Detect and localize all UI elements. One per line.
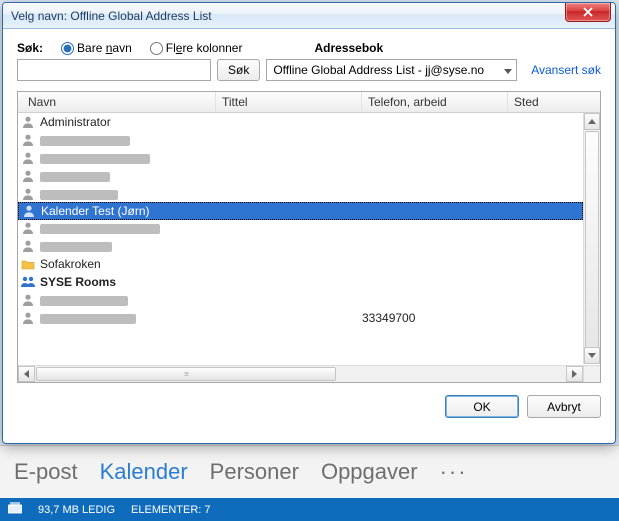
radio-more-columns-input[interactable] [150, 42, 163, 55]
vertical-scroll-thumb[interactable] [585, 131, 599, 363]
row-name: Administrator [38, 115, 216, 129]
nav-people[interactable]: Personer [210, 459, 299, 485]
addressbook-selected: Offline Global Address List - jj@syse.no [273, 63, 484, 77]
horizontal-scroll-thumb[interactable]: ≡ [36, 367, 336, 381]
chevron-down-icon [504, 63, 512, 77]
row-name [38, 311, 216, 325]
row-name [38, 293, 216, 307]
person-icon [19, 204, 39, 218]
scroll-left-button[interactable] [18, 366, 35, 382]
row-name [38, 221, 216, 235]
person-icon [18, 311, 38, 325]
table-row[interactable] [18, 131, 583, 149]
person-icon [18, 133, 38, 147]
search-input[interactable] [17, 59, 211, 81]
table-row[interactable] [18, 219, 583, 237]
person-icon [18, 187, 38, 201]
table-row[interactable] [18, 185, 583, 203]
vertical-scrollbar[interactable] [583, 113, 600, 364]
horizontal-scrollbar[interactable]: ≡ [18, 365, 583, 382]
row-phone: 33349700 [362, 311, 508, 325]
person-icon [18, 169, 38, 183]
ok-button[interactable]: OK [445, 395, 519, 418]
col-place[interactable]: Sted [508, 92, 600, 112]
dialog-title: Velg navn: Offline Global Address List [11, 9, 212, 23]
list-body[interactable]: Administrator Kalender Test (Jørn) Sofakro… [18, 113, 583, 364]
person-icon [18, 151, 38, 165]
dialog-titlebar[interactable]: Velg navn: Offline Global Address List [3, 3, 615, 29]
row-name [38, 239, 216, 253]
table-row[interactable]: Kalender Test (Jørn) [18, 202, 583, 220]
folder-icon [18, 257, 38, 271]
row-name: SYSE Rooms [38, 275, 216, 289]
disk-icon [8, 502, 22, 517]
row-name: Kalender Test (Jørn) [39, 204, 217, 218]
table-row[interactable] [18, 291, 583, 309]
person-icon [18, 115, 38, 129]
radio-name-only-input[interactable] [61, 42, 74, 55]
advanced-search-link[interactable]: Avansert søk [531, 63, 601, 77]
status-item-count: ELEMENTER: 7 [131, 504, 210, 516]
person-icon [18, 239, 38, 253]
table-row[interactable] [18, 167, 583, 185]
table-row[interactable] [18, 149, 583, 167]
scroll-up-button[interactable] [584, 113, 600, 130]
person-icon [18, 221, 38, 235]
addressbook-combo[interactable]: Offline Global Address List - jj@syse.no [266, 59, 517, 81]
close-button[interactable] [565, 2, 611, 22]
table-row[interactable] [18, 237, 583, 255]
group-icon [18, 275, 38, 289]
outlook-nav-strip: E-post Kalender Personer Oppgaver ··· [0, 445, 619, 498]
radio-name-only[interactable]: Bare navn [61, 41, 132, 55]
list-header[interactable]: Navn Tittel Telefon, arbeid Sted [18, 92, 600, 113]
nav-tasks[interactable]: Oppgaver [321, 459, 418, 485]
scroll-down-button[interactable] [584, 347, 600, 364]
radio-more-columns[interactable]: Flere kolonner [150, 41, 243, 55]
row-name: Sofakroken [38, 257, 216, 271]
cancel-button[interactable]: Avbryt [527, 395, 601, 418]
table-row[interactable]: 33349700 [18, 309, 583, 327]
status-free-space: 93,7 MB LEDIG [38, 504, 115, 516]
address-list: Navn Tittel Telefon, arbeid Sted Adminis… [17, 91, 601, 383]
addressbook-label: Adressebok [314, 41, 383, 55]
table-row[interactable]: Administrator [18, 113, 583, 131]
scroll-right-button[interactable] [566, 366, 583, 382]
col-title[interactable]: Tittel [216, 92, 362, 112]
person-icon [18, 293, 38, 307]
search-label: Søk: [17, 41, 43, 55]
nav-calendar[interactable]: Kalender [100, 459, 188, 485]
close-icon [583, 7, 593, 17]
row-name [38, 187, 216, 201]
status-bar: 93,7 MB LEDIG ELEMENTER: 7 [0, 498, 619, 521]
address-book-dialog: Velg navn: Offline Global Address List S… [2, 2, 616, 444]
col-name[interactable]: Navn [18, 92, 216, 112]
row-name [38, 169, 216, 183]
scroll-corner [583, 365, 600, 382]
row-name [38, 151, 216, 165]
row-name [38, 133, 216, 147]
table-row[interactable]: SYSE Rooms [18, 273, 583, 291]
search-button[interactable]: Søk [217, 59, 260, 81]
table-row[interactable]: Sofakroken [18, 255, 583, 273]
col-phone[interactable]: Telefon, arbeid [362, 92, 508, 112]
nav-email[interactable]: E-post [14, 459, 78, 485]
nav-more-icon[interactable]: ··· [440, 459, 468, 485]
